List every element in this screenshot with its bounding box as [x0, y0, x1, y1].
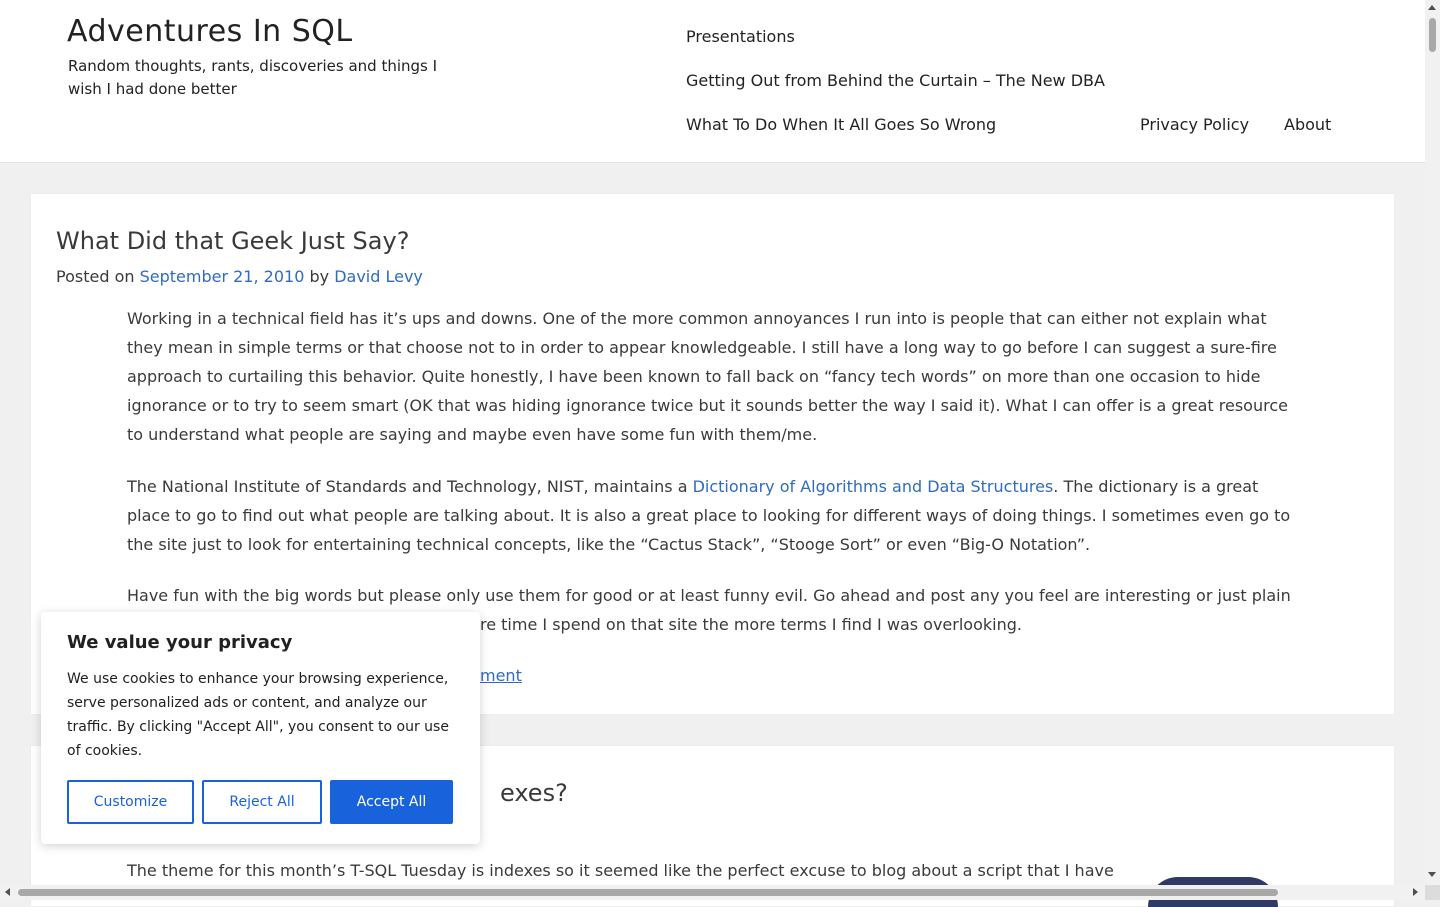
- post-title-2[interactable]: exes?: [500, 779, 568, 807]
- post-date-link[interactable]: September 21, 2010: [140, 267, 305, 286]
- scroll-left-arrow-icon[interactable]: [5, 888, 10, 896]
- nav-item-privacy-policy[interactable]: Privacy Policy: [1140, 115, 1249, 134]
- by-label: by: [309, 267, 330, 286]
- vertical-scroll-thumb[interactable]: [1429, 18, 1436, 52]
- reject-all-button[interactable]: Reject All: [202, 780, 322, 824]
- site-description: Random thoughts, rants, discoveries and …: [68, 57, 438, 98]
- post-content-2: The theme for this month’s T-SQL Tuesday…: [127, 856, 1297, 885]
- post-meta: Posted on September 21, 2010 by David Le…: [56, 267, 423, 286]
- paragraph-text: The National Institute of Standards and …: [127, 477, 693, 496]
- leave-comment-link[interactable]: ment: [480, 661, 522, 690]
- paragraph-line: The theme for this month’s T-SQL Tuesday…: [127, 861, 1114, 880]
- post-paragraph-3: Have fun with the big words but please o…: [127, 581, 1297, 610]
- post-paragraph-3-tail: re time I spend on that site the more te…: [480, 610, 1280, 639]
- post-paragraph: The National Institute of Standards and …: [127, 472, 1297, 559]
- nav-item-presentations[interactable]: Presentations: [686, 27, 795, 46]
- cookie-description: We use cookies to enhance your browsing …: [67, 671, 449, 759]
- accept-all-button[interactable]: Accept All: [330, 780, 453, 824]
- nav-item-about[interactable]: About: [1284, 115, 1331, 134]
- cookie-consent-banner: We value your privacy We use cookies to …: [41, 612, 480, 844]
- scrollbar-corner: [1425, 885, 1440, 900]
- site-title[interactable]: Adventures In SQL: [67, 14, 353, 49]
- paragraph-line: Have fun with the big words but please o…: [127, 586, 1291, 605]
- post-paragraph: Working in a technical field has it’s up…: [127, 309, 1288, 444]
- horizontal-scroll-thumb[interactable]: [18, 889, 1278, 896]
- scroll-down-arrow-icon[interactable]: [1428, 872, 1436, 877]
- dictionary-link[interactable]: Dictionary of Algorithms and Data Struct…: [693, 477, 1054, 496]
- paragraph-line: re time I spend on that site the more te…: [480, 615, 1022, 634]
- customize-button[interactable]: Customize: [67, 780, 194, 824]
- horizontal-scrollbar[interactable]: [0, 885, 1425, 900]
- posted-on-label: Posted on: [56, 267, 135, 286]
- nav-item-new-dba[interactable]: Getting Out from Behind the Curtain – Th…: [686, 71, 1105, 90]
- cookie-title: We value your privacy: [67, 632, 293, 653]
- site-header: Adventures In SQL Random thoughts, rants…: [0, 0, 1425, 163]
- scroll-right-arrow-icon[interactable]: [1413, 888, 1418, 896]
- vertical-scrollbar[interactable]: [1425, 0, 1440, 885]
- author-link[interactable]: David Levy: [334, 267, 423, 286]
- nav-item-goes-wrong[interactable]: What To Do When It All Goes So Wrong: [686, 115, 996, 134]
- scroll-up-arrow-icon[interactable]: [1428, 5, 1436, 10]
- post-title[interactable]: What Did that Geek Just Say?: [56, 227, 409, 255]
- post-content: Working in a technical field has it’s up…: [127, 304, 1297, 582]
